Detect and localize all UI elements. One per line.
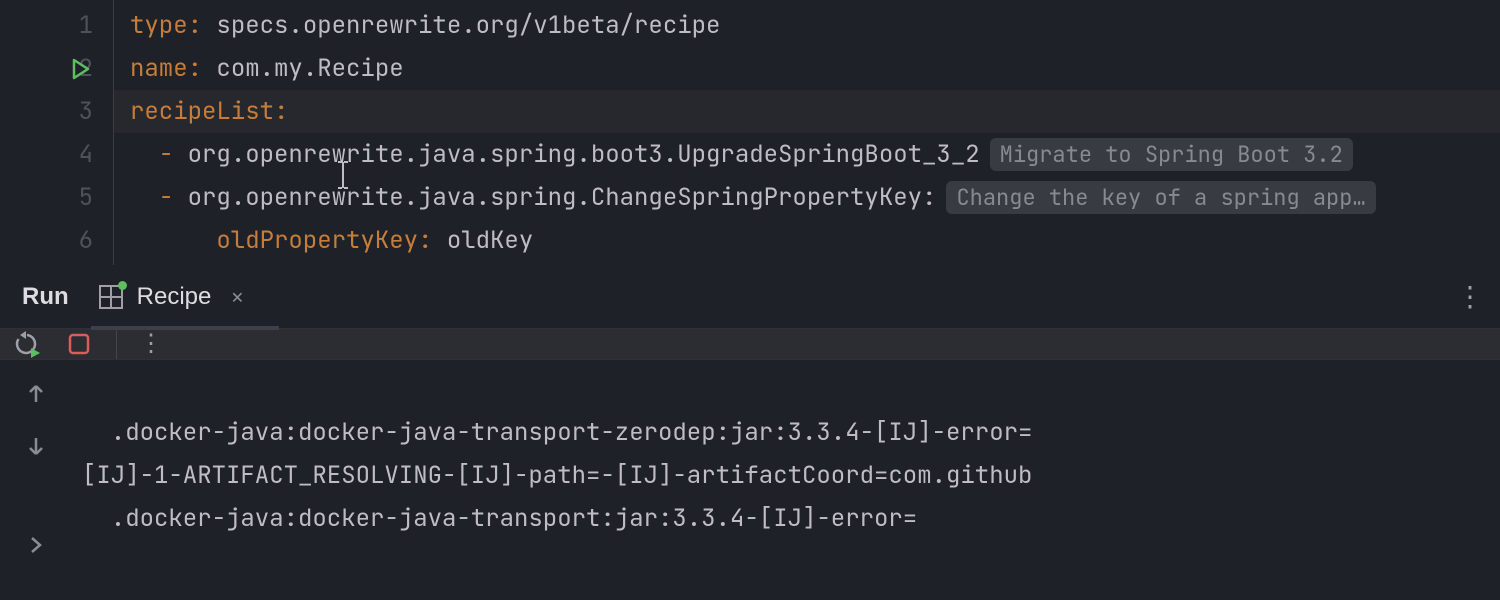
run-tab-label: Recipe (137, 283, 212, 311)
more-vertical-icon[interactable]: ⋮ (139, 332, 163, 356)
gutter-line[interactable]: 3 (0, 90, 113, 133)
console-line: .docker-java:docker-java-transport:jar:3… (82, 497, 1490, 540)
stop-icon[interactable] (64, 329, 94, 359)
gutter-line[interactable]: 4 (0, 133, 113, 176)
yaml-list-item: org.openrewrite.java.spring.boot3.Upgrad… (188, 139, 980, 170)
scroll-down-icon[interactable] (21, 432, 51, 462)
run-title: Run (22, 283, 69, 311)
run-header: Run Recipe ✕ ⋮ (0, 265, 1500, 329)
code-line[interactable]: - org.openrewrite.java.spring.boot3.Upgr… (114, 133, 1500, 176)
tab-underline (91, 326, 279, 330)
line-number: 6 (53, 225, 93, 256)
line-number: 1 (53, 10, 93, 41)
console-line: [IJ]-1-ARTIFACT_RESOLVING-[IJ]-path=-[IJ… (82, 454, 1490, 497)
console-side-toolbar (0, 360, 72, 600)
run-toolbar: ⋮ (0, 329, 1500, 360)
gutter-line[interactable]: 2 (0, 47, 113, 90)
inlay-hint[interactable]: Migrate to Spring Boot 3.2 (990, 138, 1353, 171)
line-number: 3 (53, 96, 93, 127)
console-line: .docker-java:docker-java-transport-zerod… (82, 411, 1490, 454)
line-number: 4 (53, 139, 93, 170)
console-output[interactable]: .docker-java:docker-java-transport-zerod… (72, 360, 1500, 600)
editor: 1 2 3 4 5 6 type: specs.openrewrite.org/… (0, 0, 1500, 265)
close-tab-icon[interactable]: ✕ (223, 284, 243, 310)
recipe-tab-icon (97, 283, 125, 311)
yaml-value: specs.openrewrite.org/v1beta/recipe (216, 10, 720, 41)
gutter-line[interactable]: 5 (0, 176, 113, 219)
code-line[interactable]: - org.openrewrite.java.spring.ChangeSpri… (114, 176, 1500, 219)
run-body: .docker-java:docker-java-transport-zerod… (0, 360, 1500, 600)
yaml-list-item: org.openrewrite.java.spring.ChangeSpring… (188, 182, 937, 213)
scroll-up-icon[interactable] (21, 378, 51, 408)
gutter-line[interactable]: 6 (0, 219, 113, 262)
yaml-key: type (130, 10, 188, 41)
code-line[interactable]: type: specs.openrewrite.org/v1beta/recip… (114, 4, 1500, 47)
yaml-key: recipeList (130, 96, 274, 127)
gutter: 1 2 3 4 5 6 (0, 0, 114, 265)
line-number: 5 (53, 182, 93, 213)
code-line[interactable]: oldPropertyKey: oldKey (114, 219, 1500, 262)
code-line-current[interactable]: recipeList: (114, 90, 1500, 133)
run-gutter-icon[interactable] (71, 58, 91, 80)
toolbar-divider (116, 329, 117, 359)
code-area[interactable]: type: specs.openrewrite.org/v1beta/recip… (114, 0, 1500, 265)
more-vertical-icon[interactable]: ⋮ (1456, 280, 1500, 313)
run-tab[interactable]: Recipe ✕ (97, 265, 244, 329)
rerun-icon[interactable] (12, 329, 42, 359)
gutter-line[interactable]: 1 (0, 4, 113, 47)
code-line[interactable]: name: com.my.Recipe (114, 47, 1500, 90)
text-cursor-icon (336, 98, 338, 126)
run-tool-window: Run Recipe ✕ ⋮ (0, 265, 1500, 600)
yaml-value: com.my.Recipe (216, 53, 403, 84)
yaml-key: oldPropertyKey (216, 225, 418, 256)
chevron-right-icon[interactable] (21, 530, 51, 560)
yaml-key: name (130, 53, 188, 84)
yaml-value: oldKey (447, 225, 533, 256)
inlay-hint[interactable]: Change the key of a spring app… (946, 181, 1375, 214)
